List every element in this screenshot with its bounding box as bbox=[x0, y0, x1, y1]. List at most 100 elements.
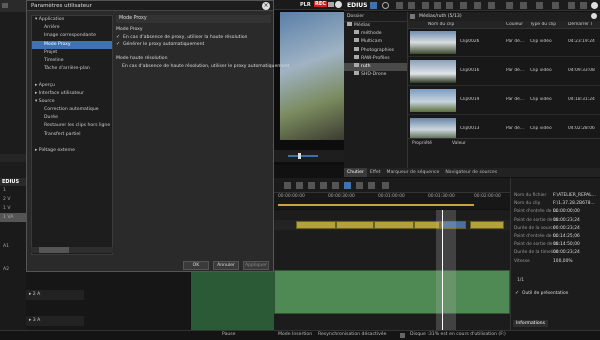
settings-tree-item[interactable]: Mode Proxy bbox=[32, 40, 112, 49]
link-icon[interactable] bbox=[356, 182, 363, 189]
folder-item[interactable]: Photographies bbox=[344, 46, 407, 55]
folder-icon[interactable] bbox=[370, 2, 377, 9]
search-icon[interactable] bbox=[382, 2, 389, 9]
minimize-icon[interactable] bbox=[580, 2, 587, 9]
detail-view-icon[interactable] bbox=[552, 2, 559, 9]
settings-tree-item[interactable]: ▾ Source bbox=[32, 98, 112, 106]
close-icon[interactable] bbox=[335, 1, 342, 8]
folder-item[interactable]: ruth bbox=[344, 62, 407, 72]
player-progress-bar[interactable] bbox=[288, 155, 318, 157]
properties-icon[interactable] bbox=[488, 2, 495, 9]
copy-icon[interactable] bbox=[434, 2, 441, 9]
clip-row[interactable]: Clip0026 Par dé... Clip vidéo 04:23:19:24 bbox=[408, 29, 600, 57]
option-gen-proxy[interactable]: ✓ Générer le proxy automatiquement bbox=[116, 42, 271, 48]
option-use-hires[interactable]: ✓ En cas d'absence de proxy, utiliser la … bbox=[116, 35, 271, 41]
overwrite-icon[interactable] bbox=[308, 182, 315, 189]
settings-tree-item[interactable]: Image correspondante bbox=[32, 32, 112, 40]
settings-tree-item[interactable] bbox=[32, 73, 112, 81]
presentation-tool[interactable]: ✓ Outil de présentation bbox=[515, 291, 568, 297]
paste-icon[interactable] bbox=[446, 2, 453, 9]
close-icon[interactable]: × bbox=[262, 2, 270, 10]
tab-effet[interactable]: Effet bbox=[367, 168, 384, 177]
track-3a[interactable]: ▸ 3 A bbox=[26, 316, 84, 326]
settings-tree-item[interactable]: ▸ Piétage externe bbox=[32, 147, 112, 155]
timeline-ruler[interactable]: 00:00:00:00 00:00:30:00 00:01:00:00 00:0… bbox=[274, 193, 510, 209]
track-1va[interactable]: 1 VA bbox=[0, 213, 26, 222]
folder-item[interactable]: Médias bbox=[344, 22, 407, 30]
track-1[interactable]: 1 bbox=[0, 186, 26, 195]
track-1v[interactable]: 1 V bbox=[0, 204, 26, 213]
settings-tree-item[interactable]: Projet bbox=[32, 49, 112, 57]
track-a2[interactable]: A2 bbox=[0, 265, 26, 274]
clip-thumbnail[interactable] bbox=[410, 89, 456, 112]
video-clip[interactable] bbox=[336, 221, 374, 229]
track-a1[interactable]: A1 bbox=[0, 242, 26, 251]
track-2v[interactable]: 2 V bbox=[0, 195, 26, 204]
audio-clip[interactable] bbox=[274, 270, 510, 314]
rec-label[interactable]: REC bbox=[314, 1, 327, 7]
col-clip-name[interactable]: Nom du clip bbox=[428, 22, 454, 27]
clip-thumbnail[interactable] bbox=[410, 31, 456, 54]
cut-icon[interactable] bbox=[422, 2, 429, 9]
apply-button[interactable]: Appliquer bbox=[243, 261, 269, 270]
text-tool-icon[interactable] bbox=[284, 182, 291, 189]
timeline-cursor[interactable] bbox=[442, 210, 443, 330]
settings-tree-item[interactable]: Tâche d'arrière-plan bbox=[32, 65, 112, 73]
list-view-icon[interactable] bbox=[536, 2, 543, 9]
checkbox-checked-icon[interactable]: ✓ bbox=[515, 291, 520, 296]
player-playhead[interactable] bbox=[298, 153, 301, 159]
delete-icon[interactable] bbox=[474, 2, 481, 9]
sync-icon[interactable] bbox=[332, 182, 339, 189]
video-clip[interactable] bbox=[296, 221, 336, 229]
col-type[interactable]: Type du clip bbox=[530, 22, 556, 27]
ok-button[interactable]: OK bbox=[183, 261, 209, 270]
window-icon[interactable] bbox=[2, 3, 8, 8]
up-folder-icon[interactable] bbox=[396, 2, 403, 9]
settings-tree-item[interactable]: ▸ Aperçu bbox=[32, 82, 112, 90]
close-icon[interactable] bbox=[591, 13, 597, 19]
settings-tree-item[interactable]: ▸ Interface utilisateur bbox=[32, 90, 112, 98]
info-tab[interactable]: Informations bbox=[513, 320, 548, 327]
add-to-timeline-icon[interactable] bbox=[460, 2, 467, 9]
tab-navigateur[interactable]: Navigateur de sources bbox=[442, 168, 500, 177]
tab-marqueur[interactable]: Marqueur de séquence bbox=[384, 168, 443, 177]
folder-item[interactable]: SHD-Drone bbox=[344, 71, 407, 79]
video-clip[interactable] bbox=[470, 221, 504, 229]
cancel-button[interactable]: Annuler bbox=[213, 261, 239, 270]
minimize-icon[interactable] bbox=[328, 2, 334, 7]
settings-tree-item[interactable]: Arrière bbox=[32, 24, 112, 32]
video-clip[interactable] bbox=[374, 221, 414, 229]
monitor-icon[interactable] bbox=[506, 2, 513, 9]
settings-tree-item[interactable]: Durée bbox=[32, 114, 112, 122]
snap-icon[interactable] bbox=[344, 182, 351, 189]
settings-tree-item[interactable]: ▾ Application bbox=[32, 16, 112, 24]
tree-scrollbar[interactable] bbox=[31, 247, 113, 253]
menu-icon[interactable] bbox=[568, 2, 575, 9]
new-bin-icon[interactable] bbox=[408, 2, 415, 9]
clip-thumbnail[interactable] bbox=[410, 60, 456, 83]
insert-icon[interactable] bbox=[296, 182, 303, 189]
clip-row[interactable]: Clip0016 Par dé... Clip vidéo 04:09:33:08 bbox=[408, 58, 600, 86]
settings-tree-item[interactable]: Correction automatique bbox=[32, 106, 112, 114]
ripple-icon[interactable] bbox=[320, 182, 327, 189]
settings-tree-item[interactable]: Restaurer les clips hors ligne bbox=[32, 122, 112, 130]
settings-tree-item[interactable]: Timeline bbox=[32, 57, 112, 65]
tree-scroll-thumb[interactable] bbox=[39, 247, 69, 253]
checkbox-checked-icon[interactable]: ✓ bbox=[116, 35, 121, 40]
group-icon[interactable] bbox=[368, 182, 375, 189]
tab-chutier[interactable]: Chutier bbox=[344, 168, 367, 177]
folder-item[interactable]: Multicam bbox=[344, 38, 407, 46]
close-icon[interactable] bbox=[591, 2, 598, 9]
view-icon[interactable] bbox=[520, 2, 527, 9]
settings-tree-item[interactable]: Transfert partiel bbox=[32, 131, 112, 139]
player-label[interactable]: PLR bbox=[300, 2, 311, 8]
settings-tree-item[interactable] bbox=[32, 139, 112, 147]
in-out-range[interactable] bbox=[278, 204, 474, 206]
col-color[interactable]: Couleur bbox=[506, 22, 523, 27]
col-start[interactable]: Démarrer T bbox=[568, 22, 593, 27]
checkbox-checked-icon[interactable]: ✓ bbox=[116, 42, 121, 47]
folder-item[interactable]: méthode bbox=[344, 30, 407, 38]
track-2a[interactable]: ▸ 2 A bbox=[26, 290, 84, 300]
folder-item[interactable]: RAW-Profiles bbox=[344, 54, 407, 63]
clip-row[interactable]: Clip0019 Par dé... Clip vidéo 04:18:31:24 bbox=[408, 87, 600, 115]
